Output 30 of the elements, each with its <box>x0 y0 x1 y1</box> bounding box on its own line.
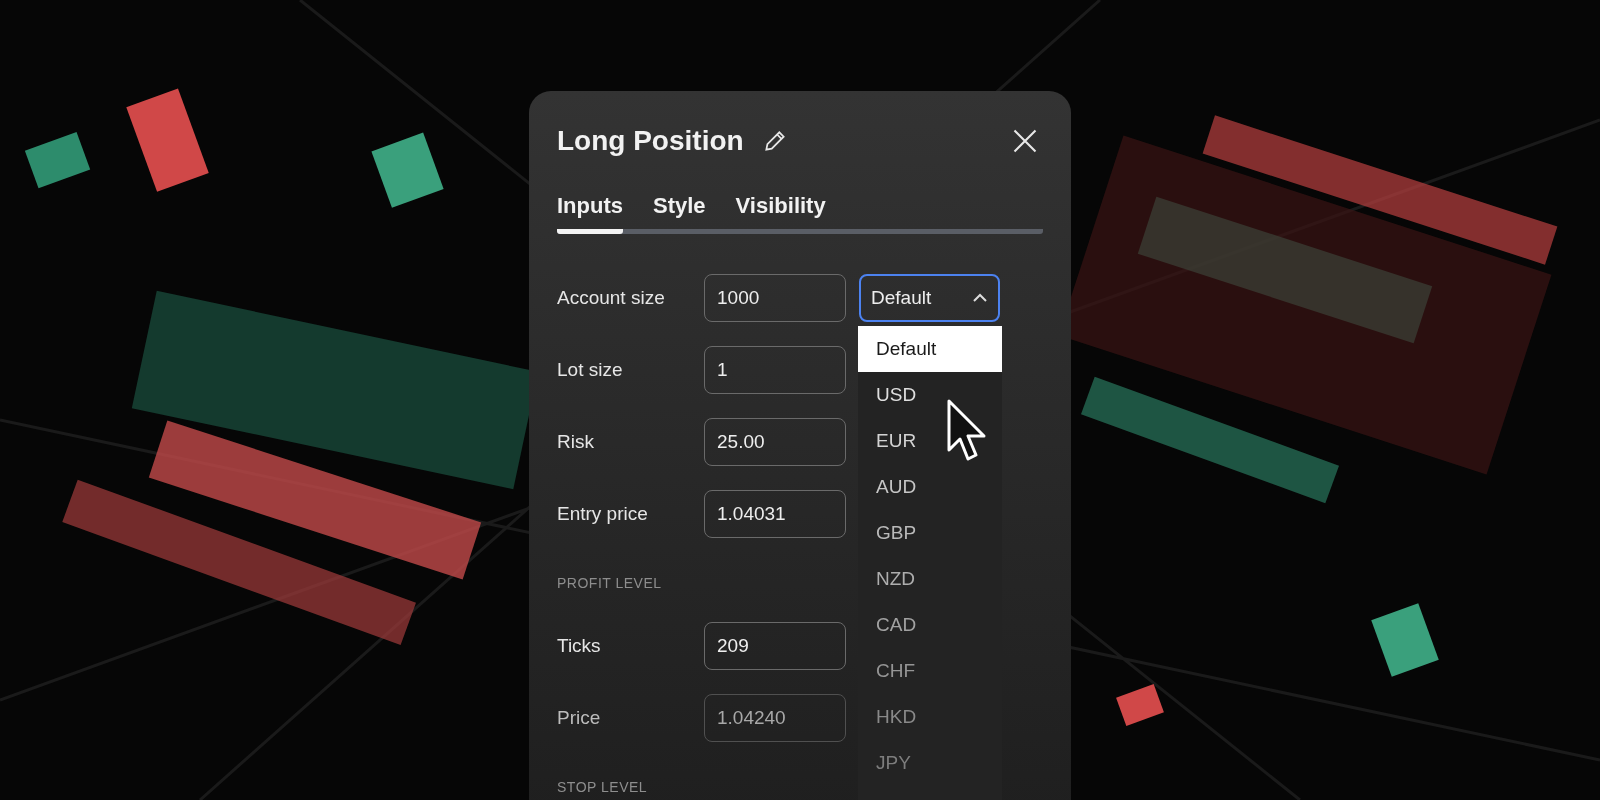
field-label: Entry price <box>557 503 649 525</box>
input-field[interactable]: 1000 <box>704 274 846 322</box>
field-label: Lot size <box>557 359 624 381</box>
field-label: Account size <box>557 287 666 309</box>
input-field[interactable]: 1.04031 <box>704 490 846 538</box>
menu-item[interactable]: CAD <box>858 602 1002 648</box>
chevron-icon <box>972 293 988 303</box>
currency-select[interactable]: Default <box>859 274 1000 322</box>
tab[interactable]: Inputs <box>557 193 623 234</box>
field-label: Price <box>557 707 602 729</box>
tab[interactable]: Visibility <box>735 193 826 234</box>
input-field[interactable]: 25.00 <box>704 418 846 466</box>
close-icon[interactable] <box>1011 127 1039 155</box>
field-label: Risk <box>557 431 595 453</box>
dialog-title: Long Position <box>557 125 744 157</box>
tab[interactable]: Style <box>653 193 706 234</box>
menu-item[interactable]: CHF <box>858 648 1002 694</box>
menu-item[interactable]: NZD <box>858 556 1002 602</box>
section-heading: STOP LEVEL <box>557 778 648 797</box>
menu-item[interactable]: Default <box>858 326 1002 372</box>
menu-item[interactable]: JPY <box>858 740 1002 786</box>
field-label: Ticks <box>557 635 602 657</box>
menu-item[interactable]: EUR <box>858 418 1002 464</box>
input-field[interactable]: 209 <box>704 622 846 670</box>
menu-item[interactable]: HKD <box>858 694 1002 740</box>
menu-item[interactable]: AUD <box>858 464 1002 510</box>
section-heading: PROFIT LEVEL <box>557 574 662 593</box>
input-field[interactable]: 1 <box>704 346 846 394</box>
menu-item[interactable]: USD <box>858 372 1002 418</box>
menu-item[interactable]: GBP <box>858 510 1002 556</box>
